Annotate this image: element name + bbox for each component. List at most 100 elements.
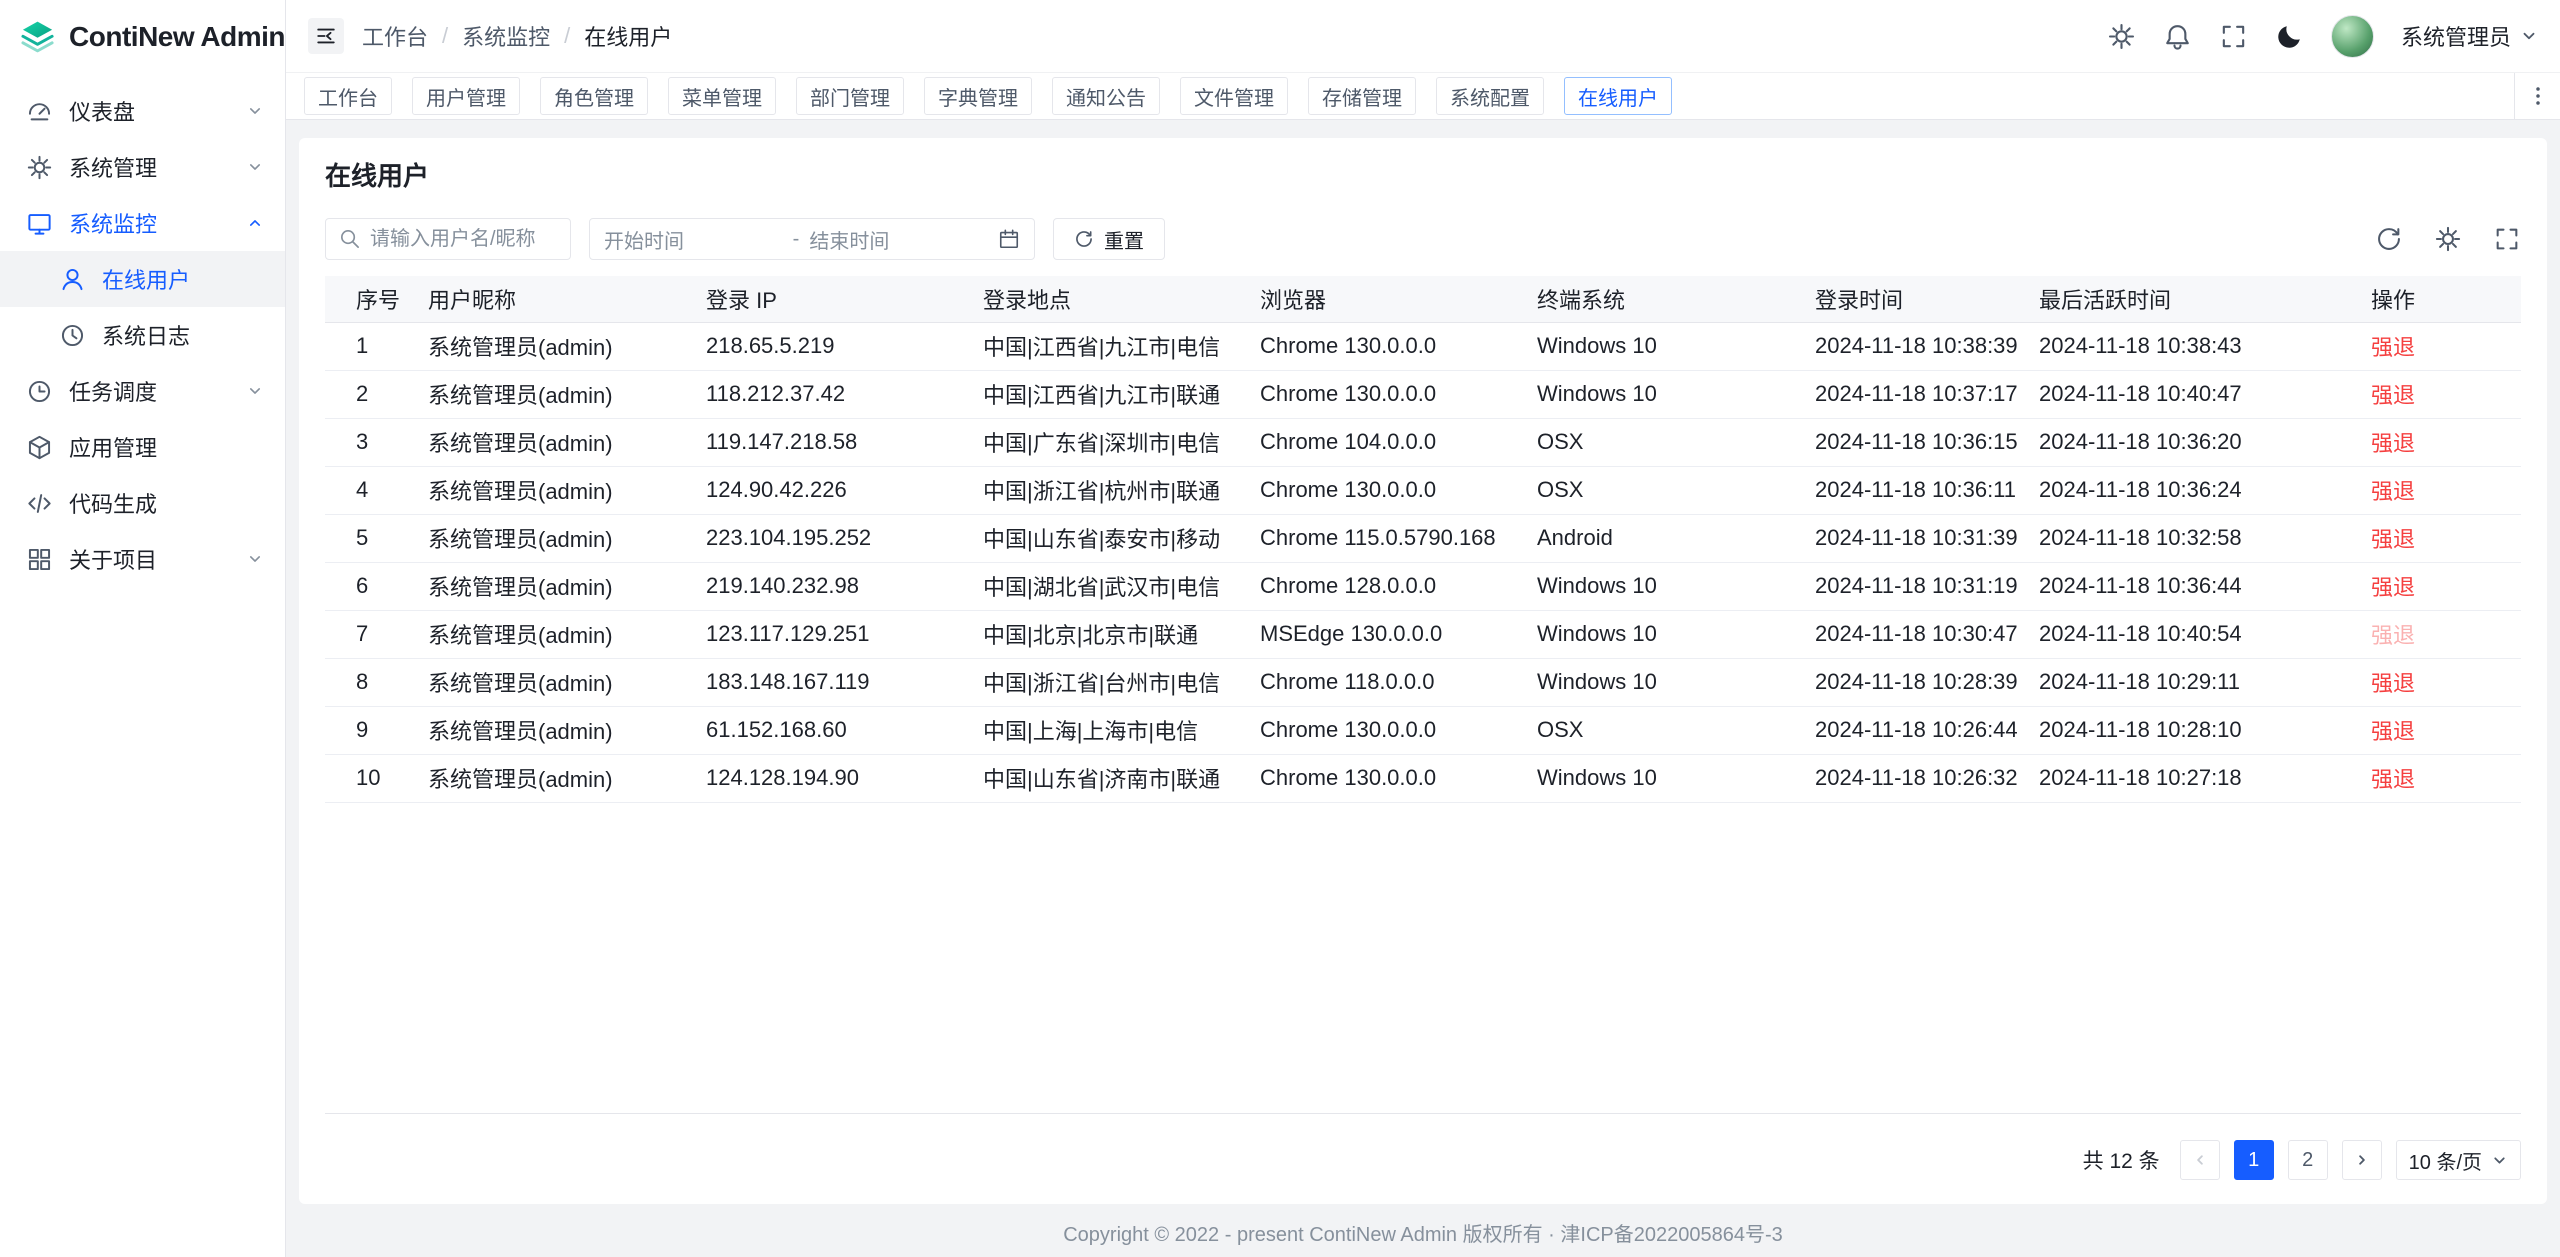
cell-browser: Chrome 130.0.0.0 bbox=[1260, 322, 1537, 370]
sidebar-item-label: 代码生成 bbox=[69, 487, 265, 519]
sidebar-item-system-logs[interactable]: 系统日志 bbox=[0, 307, 285, 363]
cell-ip: 61.152.168.60 bbox=[706, 706, 983, 754]
tab-notice[interactable]: 通知公告 bbox=[1052, 77, 1160, 115]
table-row: 1 系统管理员(admin) 218.65.5.219 中国|江西省|九江市|电… bbox=[325, 322, 2521, 370]
breadcrumb-separator: / bbox=[564, 23, 570, 49]
pagination-total: 共 12 条 bbox=[2083, 1145, 2160, 1175]
chevron-down-icon bbox=[2491, 1152, 2508, 1169]
menu-collapse-button[interactable] bbox=[308, 18, 344, 54]
cell-ip: 123.117.129.251 bbox=[706, 610, 983, 658]
cell-login-time: 2024-11-18 10:31:39 bbox=[1815, 514, 2039, 562]
tab-file-management[interactable]: 文件管理 bbox=[1180, 77, 1288, 115]
breadcrumb-item[interactable]: 系统监控 bbox=[462, 20, 550, 52]
tab-bar: 工作台 用户管理 角色管理 菜单管理 部门管理 字典管理 通知公告 文件管理 存… bbox=[286, 73, 2560, 120]
force-logout-link[interactable]: 强退 bbox=[2371, 575, 2415, 600]
tab-department-management[interactable]: 部门管理 bbox=[796, 77, 904, 115]
cell-login-time: 2024-11-18 10:36:15 bbox=[1815, 418, 2039, 466]
cell-browser: Chrome 115.0.5790.168 bbox=[1260, 514, 1537, 562]
cell-ip: 118.212.37.42 bbox=[706, 370, 983, 418]
sidebar-item-about-project[interactable]: 关于项目 bbox=[0, 531, 285, 587]
footer: Copyright © 2022 - present ContiNew Admi… bbox=[286, 1207, 2560, 1257]
logo[interactable]: ContiNew Admin bbox=[0, 0, 285, 73]
sidebar-item-code-generation[interactable]: 代码生成 bbox=[0, 475, 285, 531]
tab-system-config[interactable]: 系统配置 bbox=[1436, 77, 1544, 115]
tab-menu-management[interactable]: 菜单管理 bbox=[668, 77, 776, 115]
force-logout-link[interactable]: 强退 bbox=[2371, 431, 2415, 456]
date-range-picker[interactable]: 开始时间 - 结束时间 bbox=[589, 218, 1035, 260]
cell-index: 10 bbox=[325, 754, 428, 802]
moon-icon[interactable] bbox=[2275, 22, 2304, 51]
cell-action: 强退 bbox=[2371, 562, 2521, 610]
sidebar-item-online-users[interactable]: 在线用户 bbox=[0, 251, 285, 307]
breadcrumb-item[interactable]: 工作台 bbox=[362, 20, 428, 52]
cell-action: 强退 bbox=[2371, 370, 2521, 418]
refresh-icon[interactable] bbox=[2375, 225, 2403, 253]
force-logout-link[interactable]: 强退 bbox=[2371, 335, 2415, 360]
topbar: 工作台 / 系统监控 / 在线用户 bbox=[286, 0, 2560, 73]
sidebar-item-system-management[interactable]: 系统管理 bbox=[0, 139, 285, 195]
sidebar-item-app-management[interactable]: 应用管理 bbox=[0, 419, 285, 475]
sidebar-item-label: 系统监控 bbox=[69, 207, 229, 239]
cell-os: Windows 10 bbox=[1537, 562, 1815, 610]
pagination-page-1[interactable]: 1 bbox=[2234, 1140, 2274, 1180]
cell-last-active: 2024-11-18 10:36:24 bbox=[2039, 466, 2371, 514]
sidebar-item-label: 系统管理 bbox=[69, 151, 229, 183]
cell-index: 9 bbox=[325, 706, 428, 754]
cell-index: 7 bbox=[325, 610, 428, 658]
tab-role-management[interactable]: 角色管理 bbox=[540, 77, 648, 115]
cell-index: 4 bbox=[325, 466, 428, 514]
table-row: 6 系统管理员(admin) 219.140.232.98 中国|湖北省|武汉市… bbox=[325, 562, 2521, 610]
col-login-time: 登录时间 bbox=[1815, 276, 2039, 322]
tab-workbench[interactable]: 工作台 bbox=[304, 77, 392, 115]
cell-index: 2 bbox=[325, 370, 428, 418]
col-os: 终端系统 bbox=[1537, 276, 1815, 322]
online-users-card: 在线用户 开始时间 - 结束时间 bbox=[299, 138, 2547, 1204]
cell-location: 中国|浙江省|台州市|电信 bbox=[983, 658, 1260, 706]
page-size-select[interactable]: 10 条/页 bbox=[2396, 1140, 2521, 1180]
history-icon bbox=[59, 322, 86, 349]
grid-icon bbox=[26, 546, 53, 573]
cell-nickname: 系统管理员(admin) bbox=[428, 562, 706, 610]
sidebar-item-system-monitor[interactable]: 系统监控 bbox=[0, 195, 285, 251]
tab-user-management[interactable]: 用户管理 bbox=[412, 77, 520, 115]
cell-index: 6 bbox=[325, 562, 428, 610]
avatar[interactable] bbox=[2331, 15, 2374, 58]
cell-nickname: 系统管理员(admin) bbox=[428, 658, 706, 706]
force-logout-link[interactable]: 强退 bbox=[2371, 719, 2415, 744]
force-logout-link[interactable]: 强退 bbox=[2371, 671, 2415, 696]
cell-ip: 223.104.195.252 bbox=[706, 514, 983, 562]
cell-browser: MSEdge 130.0.0.0 bbox=[1260, 610, 1537, 658]
cell-location: 中国|湖北省|武汉市|电信 bbox=[983, 562, 1260, 610]
table-toolbar bbox=[2375, 225, 2521, 253]
force-logout-link[interactable]: 强退 bbox=[2371, 479, 2415, 504]
tab-dictionary-management[interactable]: 字典管理 bbox=[924, 77, 1032, 115]
reset-button[interactable]: 重置 bbox=[1053, 218, 1165, 260]
user-icon bbox=[59, 266, 86, 293]
tab-actions-button[interactable] bbox=[2514, 73, 2560, 119]
settings-icon[interactable] bbox=[2107, 22, 2136, 51]
cell-login-time: 2024-11-18 10:31:19 bbox=[1815, 562, 2039, 610]
tab-storage-management[interactable]: 存储管理 bbox=[1308, 77, 1416, 115]
tab-online-users[interactable]: 在线用户 bbox=[1564, 77, 1672, 115]
pagination-next-button[interactable] bbox=[2342, 1140, 2382, 1180]
cell-last-active: 2024-11-18 10:28:10 bbox=[2039, 706, 2371, 754]
code-icon bbox=[26, 490, 53, 517]
user-menu[interactable]: 系统管理员 bbox=[2401, 20, 2538, 52]
pagination-page-2[interactable]: 2 bbox=[2288, 1140, 2328, 1180]
cell-os: Windows 10 bbox=[1537, 754, 1815, 802]
sidebar-item-dashboard[interactable]: 仪表盘 bbox=[0, 83, 285, 139]
force-logout-link-disabled: 强退 bbox=[2371, 623, 2415, 648]
sidebar-item-task-scheduler[interactable]: 任务调度 bbox=[0, 363, 285, 419]
force-logout-link[interactable]: 强退 bbox=[2371, 527, 2415, 552]
bell-icon[interactable] bbox=[2163, 22, 2192, 51]
force-logout-link[interactable]: 强退 bbox=[2371, 383, 2415, 408]
pagination-prev-button[interactable] bbox=[2180, 1140, 2220, 1180]
search-input[interactable] bbox=[325, 218, 571, 260]
search-box bbox=[325, 218, 571, 260]
column-settings-icon[interactable] bbox=[2434, 225, 2462, 253]
force-logout-link[interactable]: 强退 bbox=[2371, 767, 2415, 792]
cell-os: Android bbox=[1537, 514, 1815, 562]
chevron-right-icon bbox=[2353, 1151, 2371, 1169]
fullscreen-icon[interactable] bbox=[2219, 22, 2248, 51]
table-fullscreen-icon[interactable] bbox=[2493, 225, 2521, 253]
